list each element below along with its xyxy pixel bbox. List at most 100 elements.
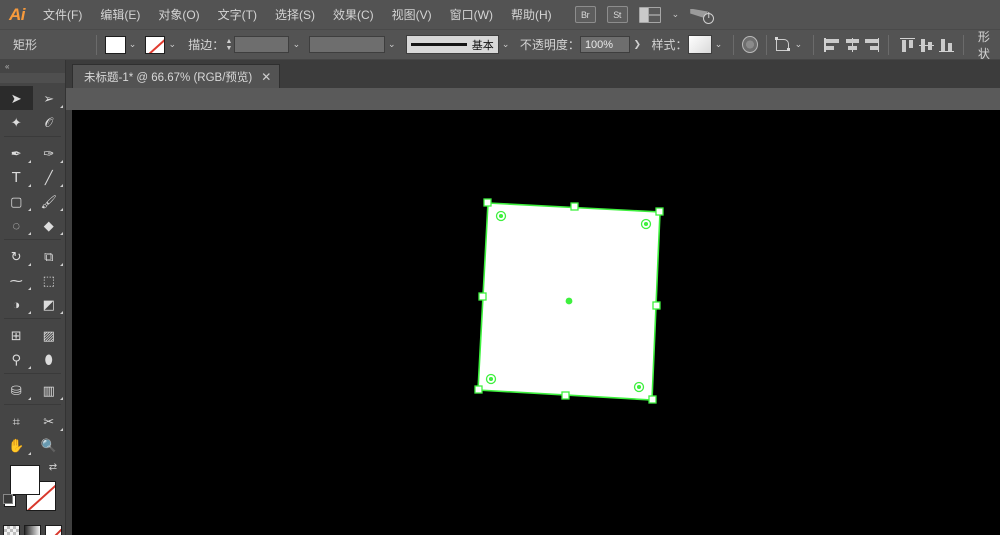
brush-dropdown-icon[interactable]: ⌄	[499, 36, 513, 54]
rectangle-tool[interactable]: ▢	[0, 189, 33, 213]
menu-object[interactable]: 对象(O)	[149, 0, 208, 30]
blend-tool[interactable]: ⬮	[33, 347, 66, 371]
align-center-vertical-button[interactable]	[916, 36, 935, 54]
control-bar: 矩形 ⌄ ⌄ 描边： ▲ ▼ ⌄ ⌄ 基本 ⌄ 不透明度： 100% ❯ 样式： …	[0, 30, 1000, 60]
column-graph-tool[interactable]: ▥	[33, 378, 66, 402]
document-tab[interactable]: 未标题-1* @ 66.67% (RGB/预览) ✕	[72, 64, 281, 88]
free-transform-tool[interactable]: ⬚	[33, 268, 66, 292]
zoom-tool[interactable]: 🔍	[33, 433, 66, 457]
menu-effect[interactable]: 效果(C)	[324, 0, 383, 30]
none-swatch-button[interactable]	[45, 525, 62, 535]
slice-tool[interactable]: ✂	[33, 409, 66, 433]
curvature-tool[interactable]: ✑	[33, 141, 66, 165]
perspective-grid-tool[interactable]: ◩	[33, 292, 66, 316]
document-tab-bar: 未标题-1* @ 66.67% (RGB/预览) ✕	[0, 60, 1000, 88]
menu-select[interactable]: 选择(S)	[266, 0, 324, 30]
stroke-weight-input[interactable]	[233, 36, 290, 53]
symbol-sprayer-tool[interactable]: ⛁	[0, 378, 33, 402]
menu-file[interactable]: 文件(F)	[34, 0, 91, 30]
tool-row: T ╱	[0, 165, 65, 189]
align-left-button[interactable]	[822, 36, 841, 54]
brush-definition-select[interactable]: 基本	[406, 35, 499, 54]
mesh-tool[interactable]: ⊞	[0, 323, 33, 347]
menu-type[interactable]: 文字(T)	[209, 0, 266, 30]
collapse-panel-icon[interactable]: «	[0, 60, 65, 73]
pen-tool[interactable]: ✒	[0, 141, 33, 165]
app-logo-icon: Ai	[9, 4, 26, 24]
scale-tool[interactable]: ⧉	[33, 244, 66, 268]
creative-cloud-icon[interactable]	[690, 6, 715, 24]
shaper-tool[interactable]: ◌	[0, 213, 33, 237]
direct-selection-tool[interactable]: ➢	[33, 86, 66, 110]
eyedropper-tool[interactable]: ⚲	[0, 347, 33, 371]
recolor-artwork-icon[interactable]	[742, 36, 759, 53]
stroke-color-swatch[interactable]	[144, 35, 166, 54]
graphic-style-swatch[interactable]	[687, 35, 712, 54]
gradient-swatch-button[interactable]	[24, 525, 41, 535]
arrange-documents-icon[interactable]	[638, 6, 661, 23]
stroke-dropdown-icon[interactable]: ⌄	[165, 36, 179, 54]
divider	[766, 34, 767, 55]
tool-row: ◑ ◩	[0, 292, 65, 316]
align-center-horizontal-button[interactable]	[842, 36, 861, 54]
lasso-tool[interactable]: 𝒪	[33, 110, 66, 134]
default-fill-stroke-icon[interactable]	[3, 494, 16, 507]
shape-builder-tool[interactable]: ◑	[0, 292, 33, 316]
gradient-tool[interactable]: ▨	[33, 323, 66, 347]
eraser-tool[interactable]: ◆	[33, 213, 66, 237]
menu-help[interactable]: 帮助(H)	[502, 0, 561, 30]
transform-dropdown-icon[interactable]: ⌄	[792, 36, 806, 54]
stock-icon[interactable]: St	[606, 6, 628, 23]
tools-panel: « ➤ ➢ ✦ 𝒪 ✒ ✑ T ╱ ▢ 🖌 ◌ ◆ ↻ ⧉ ⁓ ⬚ ◑ ◩ ⊞ …	[0, 60, 66, 535]
selection-tool[interactable]: ➤	[0, 86, 33, 110]
opacity-dropdown-icon[interactable]: ❯	[630, 36, 644, 54]
tool-row: ✋ 🔍	[0, 433, 65, 457]
brush-name-label: 基本	[471, 39, 494, 52]
fill-color-box[interactable]	[10, 465, 40, 495]
menu-bar-tools: Br St ⌄	[574, 6, 715, 24]
shape-label[interactable]: 形状	[972, 30, 1000, 59]
active-tool-label: 矩形	[13, 38, 38, 52]
type-tool[interactable]: T	[0, 165, 33, 189]
panel-grip[interactable]	[0, 73, 65, 83]
menu-window[interactable]: 窗口(W)	[441, 0, 502, 30]
artboard-tool[interactable]: ⌗	[0, 409, 33, 433]
style-dropdown-icon[interactable]: ⌄	[712, 36, 726, 54]
paintbrush-tool[interactable]: 🖌	[33, 189, 66, 213]
rotate-tool[interactable]: ↻	[0, 244, 33, 268]
fill-dropdown-icon[interactable]: ⌄	[126, 36, 140, 54]
tools-grid: ➤ ➢ ✦ 𝒪 ✒ ✑ T ╱ ▢ 🖌 ◌ ◆ ↻ ⧉ ⁓ ⬚ ◑ ◩ ⊞ ▨ …	[0, 83, 65, 457]
magic-wand-tool[interactable]: ✦	[0, 110, 33, 134]
align-right-button[interactable]	[861, 36, 880, 54]
stroke-profile-input[interactable]	[308, 36, 385, 53]
width-tool[interactable]: ⁓	[0, 268, 33, 292]
align-top-button[interactable]	[897, 36, 916, 54]
document-tab-title: 未标题-1* @ 66.67% (RGB/预览)	[84, 71, 253, 84]
tool-row: ⛁ ▥	[0, 378, 65, 402]
line-segment-tool[interactable]: ╱	[33, 165, 66, 189]
align-bottom-button[interactable]	[936, 36, 955, 54]
illustrator-window: Ai 文件(F) 编辑(E) 对象(O) 文字(T) 选择(S) 效果(C) 视…	[0, 0, 1000, 535]
transform-center-point[interactable]	[565, 297, 573, 305]
stroke-weight-dropdown-icon[interactable]: ⌄	[289, 36, 303, 54]
divider	[733, 34, 735, 55]
color-swatch-button[interactable]	[3, 525, 20, 535]
swap-fill-stroke-icon[interactable]: ⇄	[47, 462, 59, 474]
tool-row: ⊞ ▨	[0, 323, 65, 347]
close-icon[interactable]: ✕	[261, 71, 271, 83]
style-label: 样式：	[651, 38, 688, 52]
menu-view[interactable]: 视图(V)	[383, 0, 441, 30]
divider	[888, 34, 890, 55]
opacity-input[interactable]: 100%	[579, 36, 631, 53]
bridge-icon[interactable]: Br	[574, 6, 596, 23]
menu-edit[interactable]: 编辑(E)	[91, 0, 149, 30]
canvas-area[interactable]	[72, 110, 1000, 535]
chevron-down-icon[interactable]: ⌄	[672, 9, 680, 20]
brush-preview-line	[411, 43, 467, 46]
hand-tool[interactable]: ✋	[0, 433, 33, 457]
transform-icon[interactable]	[775, 36, 792, 53]
fill-color-swatch[interactable]	[105, 35, 126, 54]
stroke-weight-stepper[interactable]: ▲ ▼	[224, 36, 233, 54]
stroke-profile-dropdown-icon[interactable]: ⌄	[385, 36, 399, 54]
tool-row: ⌗ ✂	[0, 409, 65, 433]
